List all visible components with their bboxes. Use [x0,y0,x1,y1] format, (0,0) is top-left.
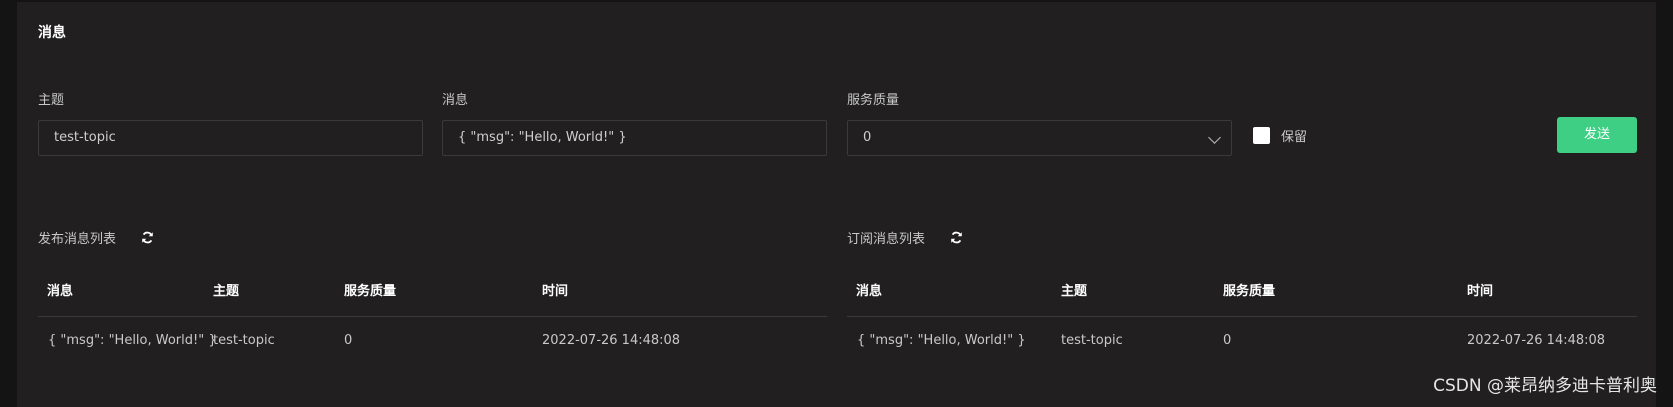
message-label: 消息 [442,93,469,108]
send-button[interactable]: 发送 [1557,117,1637,153]
subscribe-cell-qos: 0 [1223,333,1232,348]
subscribe-cell-time: 2022-07-26 14:48:08 [1467,333,1606,348]
subscribe-header-qos: 服务质量 [1223,284,1276,299]
publish-header-topic: 主题 [213,284,240,299]
publish-list-title: 发布消息列表 [38,232,117,247]
subscribe-cell-topic: test-topic [1061,333,1123,348]
publish-cell-qos: 0 [344,333,353,348]
refresh-icon[interactable] [141,231,154,244]
message-input-value: { "msg": "Hello, World!" } [458,130,627,145]
subscribe-list-title: 订阅消息列表 [847,232,926,247]
watermark: CSDN @莱昂纳多迪卡普利奥 [1433,376,1657,396]
publish-header-qos: 服务质量 [344,284,397,299]
panel-title: 消息 [38,25,66,41]
subscribe-header-divider [847,316,1637,317]
qos-select-value: 0 [863,130,872,145]
chevron-down-icon [1208,131,1221,144]
retain-label: 保留 [1281,130,1308,145]
subscribe-header-topic: 主题 [1061,284,1088,299]
subscribe-header-time: 时间 [1467,284,1494,299]
retain-checkbox[interactable] [1253,127,1270,144]
topic-label: 主题 [38,93,65,108]
publish-header-time: 时间 [542,284,569,299]
topic-input[interactable]: test-topic [38,120,423,156]
qos-select[interactable]: 0 [847,120,1232,156]
subscribe-header-message: 消息 [856,284,883,299]
publish-cell-topic: test-topic [213,333,275,348]
publish-cell-time: 2022-07-26 14:48:08 [542,333,681,348]
publish-header-message: 消息 [47,284,74,299]
subscribe-cell-message: { "msg": "Hello, World!" } [857,333,1026,348]
topic-input-value: test-topic [54,130,116,145]
publish-cell-message: { "msg": "Hello, World!" } [48,333,217,348]
refresh-icon[interactable] [950,231,963,244]
qos-label: 服务质量 [847,93,900,108]
publish-header-divider [38,316,827,317]
message-input[interactable]: { "msg": "Hello, World!" } [442,120,827,156]
message-panel: 消息 主题 test-topic 消息 { "msg": "Hello, Wor… [17,2,1656,407]
